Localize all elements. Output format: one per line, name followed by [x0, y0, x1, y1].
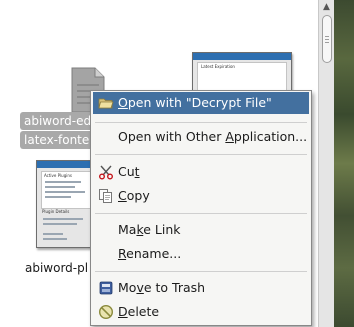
label-post: ename... — [126, 246, 182, 261]
scissors-icon — [98, 164, 114, 180]
scrollbar-thumb[interactable] — [322, 15, 332, 63]
thumbnail-text-line — [45, 181, 81, 183]
menu-item-open-with-other-application[interactable]: Open with Other Application... — [93, 126, 309, 148]
label-pre: Open with Other — [118, 129, 226, 144]
file-name-line1: abiword-pl — [25, 261, 89, 275]
scroll-up-arrow-icon[interactable]: ▲ — [319, 0, 334, 15]
accelerator-key: A — [225, 129, 234, 144]
label-post: pplication... — [233, 129, 308, 144]
menu-item-delete[interactable]: Delete — [93, 301, 309, 323]
menu-separator — [95, 154, 307, 155]
menu-item-label: Open with Other Application... — [118, 126, 307, 148]
thumbnail-panel: Active Plugins — [41, 171, 95, 209]
menu-item-open-with-decrypt-file[interactable]: Open with "Decrypt File" — [93, 92, 309, 114]
accelerator-key: R — [118, 246, 127, 261]
label-pre: Cu — [118, 164, 135, 179]
file-name-line1: abiword-ed — [20, 112, 96, 130]
thumbnail-titlebar — [193, 53, 291, 60]
thumbnail-text-line — [43, 238, 67, 240]
menu-separator — [95, 271, 307, 272]
vertical-scrollbar[interactable]: ▲ — [318, 0, 334, 327]
file-name-line2: latex-fonte — [20, 131, 94, 149]
accelerator-key: v — [136, 280, 144, 295]
menu-item-label: Cut — [118, 161, 140, 183]
accelerator-key: O — [118, 95, 128, 110]
thumbnail-text-line — [43, 233, 63, 235]
label-post: elete — [127, 304, 160, 319]
label-post: pen with "Decrypt File" — [127, 95, 272, 110]
label-post: e to Trash — [143, 280, 206, 295]
thumbnail-text-line — [43, 218, 83, 220]
menu-item-cut[interactable]: Cut — [93, 161, 309, 183]
desktop-background — [334, 0, 354, 327]
menu-item-rename[interactable]: Rename... — [93, 243, 309, 265]
menu-item-label: Delete — [118, 301, 159, 323]
scrollbar-grip — [325, 42, 329, 43]
menu-item-move-to-trash[interactable]: Move to Trash — [93, 277, 309, 299]
thumbnail-plugin-details-text: Plugin Details — [42, 209, 70, 214]
folder-open-icon — [98, 95, 114, 111]
menu-separator — [95, 122, 307, 123]
copy-icon — [98, 188, 114, 204]
accelerator-key: t — [134, 164, 140, 179]
accelerator-key: D — [118, 304, 128, 319]
accelerator-key: C — [118, 188, 127, 203]
menu-item-label: Make Link — [118, 219, 181, 241]
scrollbar-grip — [325, 36, 329, 37]
thumbnail-text-line — [45, 186, 75, 188]
menu-item-label: Copy — [118, 185, 150, 207]
menu-item-label: Open with "Decrypt File" — [118, 92, 272, 114]
menu-item-copy[interactable]: Copy — [93, 185, 309, 207]
menu-item-label: Rename... — [118, 243, 181, 265]
thumbnail-text-line — [45, 196, 71, 198]
label-pre: Mo — [118, 280, 137, 295]
menu-item-label: Move to Trash — [118, 277, 205, 299]
thumbnail-text-line — [43, 223, 77, 225]
scrollbar-grip — [325, 39, 329, 40]
delete-icon — [98, 304, 114, 320]
label-pre: Ma — [118, 222, 137, 237]
context-menu: Open with "Decrypt File" Open with Other… — [90, 90, 312, 326]
label-post: e Link — [143, 222, 181, 237]
trash-icon — [98, 280, 114, 296]
thumbnail-active-plugins-text: Active Plugins — [44, 173, 72, 178]
menu-item-make-link[interactable]: Make Link — [93, 219, 309, 241]
label-post: opy — [126, 188, 150, 203]
thumbnail-text-line — [45, 191, 85, 193]
thumbnail-title-text: Latest Expiration — [201, 64, 235, 69]
menu-separator — [95, 213, 307, 214]
